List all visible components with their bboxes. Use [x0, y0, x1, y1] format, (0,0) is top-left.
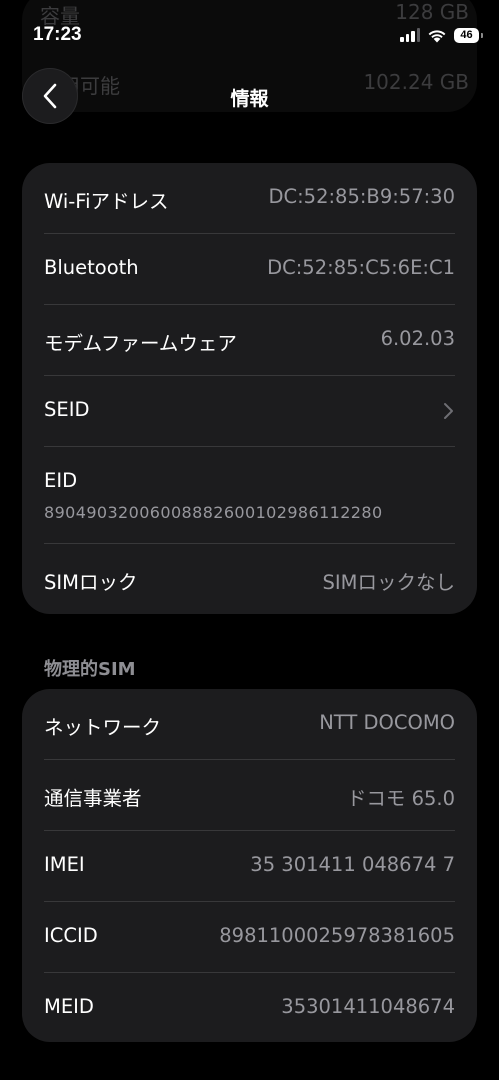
- row-label: Wi-Fiアドレス: [44, 190, 169, 213]
- row-label: ICCID: [44, 924, 98, 947]
- device-info-card: Wi-Fiアドレス DC:52:85:B9:57:30 Bluetooth DC…: [22, 163, 477, 614]
- row-label: モデムファームウェア: [44, 332, 237, 355]
- row-label: IMEI: [44, 853, 85, 876]
- meid-row[interactable]: MEID 35301411048674: [44, 973, 455, 1042]
- page-title: 情報: [230, 88, 269, 110]
- wifi-icon: [428, 29, 446, 42]
- row-value: ドコモ 65.0: [346, 787, 455, 810]
- status-time: 17:23: [33, 24, 82, 45]
- row-value: 6.02.03: [380, 327, 455, 350]
- row-label: EID: [44, 469, 78, 492]
- carrier-row[interactable]: 通信事業者 ドコモ 65.0: [44, 760, 455, 831]
- network-row[interactable]: ネットワーク NTT DOCOMO: [44, 689, 455, 760]
- row-value: 35 301411 048674 7: [250, 853, 455, 876]
- cellular-signal-icon: [400, 28, 420, 42]
- physical-sim-card: ネットワーク NTT DOCOMO 通信事業者 ドコモ 65.0 IMEI 35…: [22, 689, 477, 1042]
- seid-row[interactable]: SEID: [44, 376, 455, 447]
- eid-value: 89049032006008882600102986112280: [44, 503, 383, 522]
- status-bar: 17:23 46: [0, 0, 499, 60]
- physical-sim-section-header: 物理的SIM: [44, 659, 136, 680]
- battery-icon: 46: [454, 27, 483, 43]
- row-label: SIMロック: [44, 571, 138, 594]
- row-label: ネットワーク: [44, 716, 162, 739]
- row-value: NTT DOCOMO: [319, 711, 455, 734]
- row-value: DC:52:85:C5:6E:C1: [267, 256, 455, 279]
- status-icons: 46: [400, 25, 483, 45]
- row-label: SEID: [44, 398, 90, 421]
- chevron-right-icon: [444, 403, 453, 419]
- row-value: 35301411048674: [281, 995, 455, 1018]
- modem-firmware-row[interactable]: モデムファームウェア 6.02.03: [44, 305, 455, 376]
- sim-lock-row[interactable]: SIMロック SIMロックなし: [44, 544, 455, 614]
- row-value: DC:52:85:B9:57:30: [268, 185, 455, 208]
- bluetooth-row[interactable]: Bluetooth DC:52:85:C5:6E:C1: [44, 234, 455, 305]
- imei-row[interactable]: IMEI 35 301411 048674 7: [44, 831, 455, 902]
- row-label: MEID: [44, 995, 94, 1018]
- wifi-address-row[interactable]: Wi-Fiアドレス DC:52:85:B9:57:30: [44, 163, 455, 234]
- iccid-row[interactable]: ICCID 8981100025978381605: [44, 902, 455, 973]
- eid-row[interactable]: EID 89049032006008882600102986112280: [44, 447, 455, 544]
- row-value: 8981100025978381605: [219, 924, 455, 947]
- row-label: 通信事業者: [44, 787, 142, 810]
- row-label: Bluetooth: [44, 256, 139, 279]
- row-value: SIMロックなし: [322, 571, 455, 594]
